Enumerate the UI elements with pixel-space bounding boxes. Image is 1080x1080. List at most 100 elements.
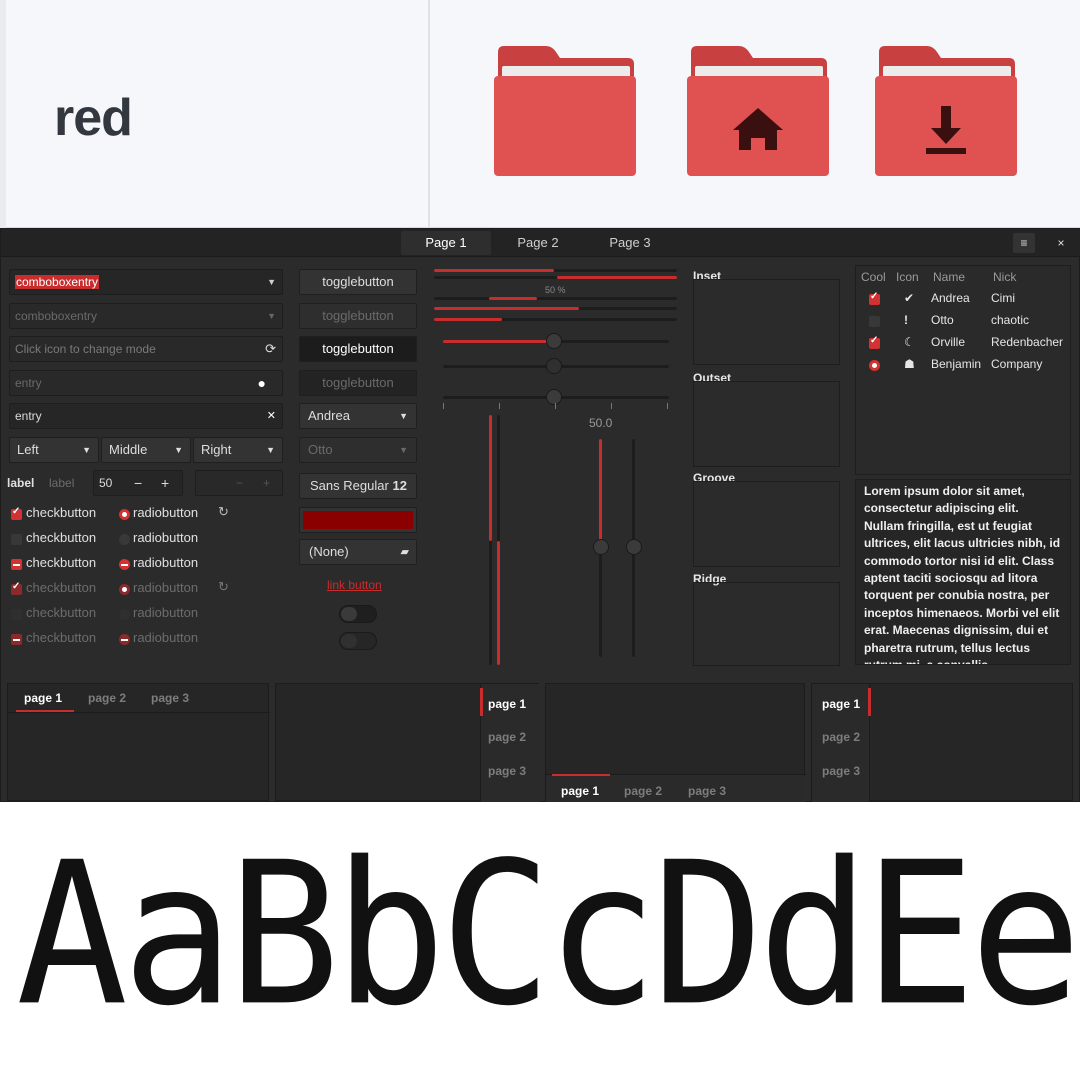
notebook-tab-page-1[interactable]: page 1 xyxy=(561,784,599,798)
combobox-entry-disabled: comboboxentry ▼ xyxy=(9,303,283,329)
row-name: Otto xyxy=(931,313,954,327)
file-chooser-button[interactable]: (None) ▰ xyxy=(299,539,417,565)
checkbutton-label: checkbutton xyxy=(26,505,97,520)
font-button[interactable]: Sans Regular 12 xyxy=(299,473,417,499)
font-name: Sans Regular xyxy=(310,478,389,493)
folder-home-icon xyxy=(685,44,831,178)
row-checkbox[interactable] xyxy=(869,316,880,327)
entry-field[interactable]: entry ✕ xyxy=(9,403,283,429)
combo-andrea[interactable]: Andrea ▼ xyxy=(299,403,417,429)
combo-middle[interactable]: Middle ▼ xyxy=(101,437,191,463)
text-view[interactable]: Lorem ipsum dolor sit amet, consectetur … xyxy=(855,479,1071,665)
chevron-down-icon: ▼ xyxy=(399,411,408,421)
row-radio[interactable] xyxy=(869,360,880,371)
checkbox-mixed-disabled xyxy=(11,634,22,645)
toggle-button-active[interactable]: togglebutton xyxy=(299,336,417,362)
radiobutton-label: radiobutton xyxy=(133,530,199,545)
font-sample-text: AaBbCcDdEe xyxy=(16,819,1080,1050)
entry-disabled: entry ● xyxy=(9,370,283,396)
color-button[interactable] xyxy=(299,507,417,533)
entry-text: entry xyxy=(15,409,42,423)
notebook-tab-page-1[interactable]: page 1 xyxy=(488,697,526,711)
tab-page-2[interactable]: Page 2 xyxy=(493,231,583,255)
checkbox-checked-disabled xyxy=(11,581,22,595)
progress-fill xyxy=(434,269,554,272)
scale-mark xyxy=(443,403,444,409)
progress-fill xyxy=(434,318,502,321)
chevron-down-icon[interactable]: ▼ xyxy=(267,270,276,294)
notebook-tab-page-2[interactable]: page 2 xyxy=(488,730,526,744)
notebook-tab-page-1[interactable]: page 1 xyxy=(24,691,62,705)
refresh-icon[interactable]: ⟳ xyxy=(265,337,276,361)
toggle-button-disabled: togglebutton xyxy=(299,303,417,329)
chevron-down-icon: ▼ xyxy=(399,445,408,455)
mode-placeholder: Click icon to change mode xyxy=(15,342,156,356)
notebook-tab-page-3[interactable]: page 3 xyxy=(822,764,860,778)
radio-mixed[interactable] xyxy=(119,559,130,570)
minus-icon[interactable]: − xyxy=(134,471,142,495)
file-chooser-label: (None) xyxy=(309,544,349,559)
radio-unchecked-disabled xyxy=(119,609,130,620)
vscale-knob[interactable] xyxy=(626,539,642,555)
radio-checked[interactable] xyxy=(119,509,130,520)
combo-left[interactable]: Left ▼ xyxy=(9,437,99,463)
combobox-text: comboboxentry xyxy=(15,309,98,323)
vprogress-fill xyxy=(497,541,500,665)
link-button[interactable]: link button xyxy=(327,578,382,592)
tree-view[interactable]: Cool Icon Name Nick ✔ Andrea Cimi ! Otto… xyxy=(855,265,1071,475)
combobox-entry-active[interactable]: comboboxentry ▼ xyxy=(9,269,283,295)
column-header-icon[interactable]: Icon xyxy=(896,270,919,284)
entry-text: entry xyxy=(15,376,42,390)
vscale-knob[interactable] xyxy=(593,539,609,555)
column-header-name[interactable]: Name xyxy=(933,270,965,284)
scale-knob-disabled xyxy=(546,358,562,374)
plus-icon[interactable]: + xyxy=(161,471,169,495)
chevron-down-icon: ▼ xyxy=(174,445,183,455)
edge-strip xyxy=(0,0,6,228)
progress-track xyxy=(434,297,677,300)
switch-off[interactable] xyxy=(339,605,377,623)
notebook-tab-page-3[interactable]: page 3 xyxy=(151,691,189,705)
divider xyxy=(428,0,430,228)
tab-page-1[interactable]: Page 1 xyxy=(401,231,491,255)
notebook-tab-page-2[interactable]: page 2 xyxy=(624,784,662,798)
minus-icon: − xyxy=(236,476,244,490)
scale-knob[interactable] xyxy=(546,389,562,405)
combo-right[interactable]: Right ▼ xyxy=(193,437,283,463)
tab-separator xyxy=(8,712,270,713)
progress-fill xyxy=(557,276,677,279)
notebook-tab-page-3[interactable]: page 3 xyxy=(488,764,526,778)
row-nick: Cimi xyxy=(991,291,1015,305)
frame-inset xyxy=(693,279,840,365)
notebook-tab-page-1[interactable]: page 1 xyxy=(822,697,860,711)
row-nick: Company xyxy=(991,357,1043,371)
row-checkbox[interactable] xyxy=(869,335,880,349)
notebook-tab-page-2[interactable]: page 2 xyxy=(88,691,126,705)
menu-icon[interactable]: ≡ xyxy=(1013,233,1035,253)
chevron-down-icon: ▼ xyxy=(267,311,276,321)
close-icon[interactable]: × xyxy=(1050,233,1072,253)
radio-unchecked[interactable] xyxy=(119,534,130,545)
checkbox-unchecked[interactable] xyxy=(11,534,22,545)
mode-entry[interactable]: Click icon to change mode ⟳ xyxy=(9,336,283,362)
column-header-cool[interactable]: Cool xyxy=(861,270,886,284)
notebook-tab-page-3[interactable]: page 3 xyxy=(688,784,726,798)
progress-pulse xyxy=(489,297,537,300)
checkbutton-label: checkbutton xyxy=(26,605,97,620)
notebook-tab-page-2[interactable]: page 2 xyxy=(822,730,860,744)
scale-knob[interactable] xyxy=(546,333,562,349)
spin-value: 50 xyxy=(99,476,113,490)
row-nick: Redenbacher xyxy=(991,335,1064,349)
checkbox-mixed[interactable] xyxy=(11,559,22,570)
clear-icon[interactable]: ✕ xyxy=(267,404,276,428)
toggle-button[interactable]: togglebutton xyxy=(299,269,417,295)
tab-page-3[interactable]: Page 3 xyxy=(585,231,675,255)
notebook-top-tabs: page 1 page 2 page 3 xyxy=(7,683,270,801)
row-checkbox[interactable] xyxy=(869,291,880,305)
column-header-nick[interactable]: Nick xyxy=(993,270,1016,284)
theme-preview-header: red xyxy=(0,0,1080,228)
spin-button[interactable]: 50 − + xyxy=(93,470,183,496)
checkbox-checked[interactable] xyxy=(11,506,22,520)
combo-right-label: Right xyxy=(201,442,232,457)
notebook-left-tabs: page 1 page 2 page 3 xyxy=(811,683,1073,802)
